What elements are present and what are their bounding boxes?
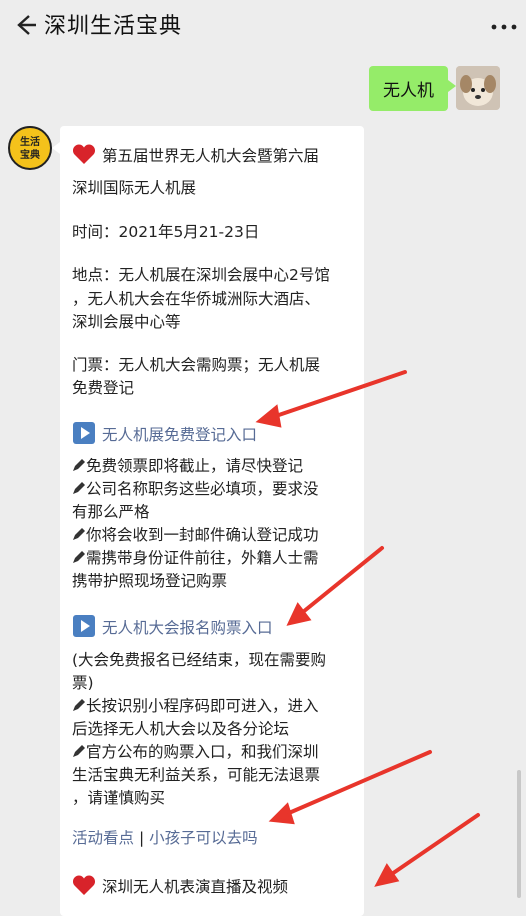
annotation-arrows: [255, 370, 480, 887]
arrow-3: [280, 750, 432, 818]
scrollbar[interactable]: [517, 770, 521, 898]
arrow-2: [296, 546, 384, 618]
arrow-4: [384, 813, 480, 880]
arrow-1: [268, 370, 407, 420]
